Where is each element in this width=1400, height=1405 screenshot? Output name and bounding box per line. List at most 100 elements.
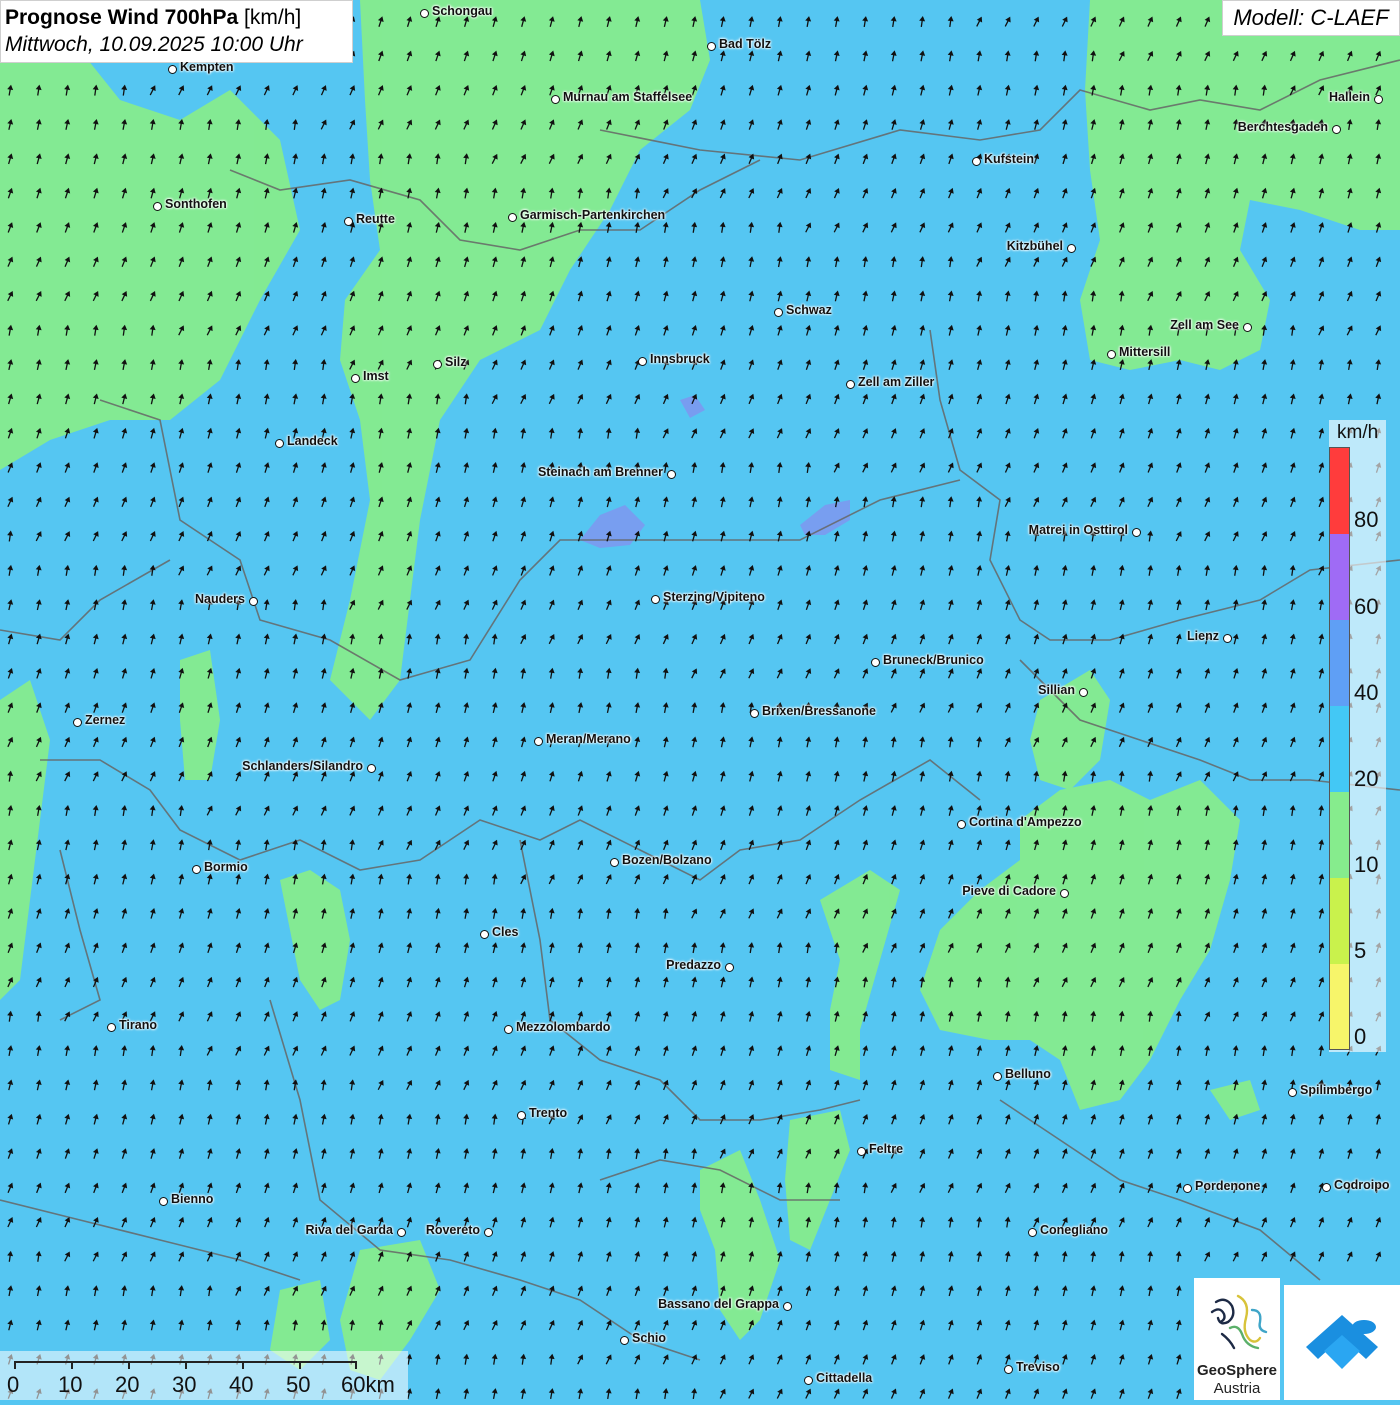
- city-label: Riva del Garda: [305, 1223, 393, 1237]
- legend-label-20: 20: [1354, 766, 1379, 791]
- city-marker: [957, 820, 966, 829]
- city-label: Pordenone: [1195, 1179, 1261, 1193]
- city-marker: [159, 1197, 168, 1206]
- legend-label-40: 40: [1354, 680, 1379, 705]
- city-marker: [846, 380, 855, 389]
- scale-bar: 0 10 20 30 40 50 60km: [0, 1351, 408, 1400]
- legend-seg-20: [1330, 706, 1349, 792]
- legend-seg-80: [1330, 448, 1349, 534]
- scale-tick: [355, 1361, 357, 1369]
- city-label: Bozen/Bolzano: [622, 853, 712, 867]
- scale-label-60: 60km: [341, 1372, 395, 1397]
- city-marker: [1067, 244, 1076, 253]
- city-marker: [620, 1336, 629, 1345]
- city-marker: [993, 1072, 1002, 1081]
- city-label: Cortina d'Ampezzo: [969, 815, 1082, 829]
- city-label: Kempten: [180, 60, 234, 74]
- city-label: Schwaz: [786, 303, 832, 317]
- city-marker: [638, 357, 647, 366]
- legend-label-0: 0: [1354, 1024, 1367, 1049]
- city-label: Feltre: [869, 1142, 904, 1156]
- city-label: Tirano: [119, 1018, 157, 1032]
- city-marker: [1243, 323, 1252, 332]
- city-label: Zell am Ziller: [858, 375, 935, 389]
- scale-label-40: 40: [229, 1372, 254, 1397]
- city-marker: [344, 217, 353, 226]
- city-marker: [1223, 634, 1232, 643]
- city-marker: [397, 1228, 406, 1237]
- city-label: Kufstein: [984, 152, 1034, 166]
- city-marker: [168, 65, 177, 74]
- city-label: Schongau: [432, 4, 493, 18]
- scale-label-30: 30: [172, 1372, 197, 1397]
- city-marker: [73, 718, 82, 727]
- city-label: Predazzo: [666, 958, 721, 972]
- city-label: Meran/Merano: [546, 732, 631, 746]
- model-label: Modell: C-LAEF: [1222, 0, 1400, 36]
- city-label: Nauders: [194, 592, 245, 606]
- city-marker: [534, 737, 543, 746]
- city-label: Sillian: [1038, 683, 1075, 697]
- city-marker: [783, 1302, 792, 1311]
- title-box: Prognose Wind 700hPa [km/h] Mittwoch, 10…: [0, 0, 353, 63]
- scale-tick: [242, 1361, 244, 1369]
- city-label: Schio: [632, 1331, 667, 1345]
- legend-seg-40: [1330, 620, 1349, 706]
- city-marker: [667, 470, 676, 479]
- city-marker: [610, 858, 619, 867]
- mountain-cloud-icon: [1306, 1315, 1378, 1369]
- city-label: Bienno: [171, 1192, 214, 1206]
- city-label: Codroipo: [1334, 1178, 1390, 1192]
- city-marker: [153, 202, 162, 211]
- color-legend: km/h 80 60 40 20 10 5 0: [1329, 420, 1386, 1052]
- geosphere-logo: GeoSphere Austria: [1194, 1278, 1280, 1400]
- legend-label-80: 80: [1354, 507, 1379, 532]
- city-marker: [1028, 1228, 1037, 1237]
- city-label: Brixen/Bressanone: [762, 704, 876, 718]
- city-marker: [433, 360, 442, 369]
- city-marker: [707, 42, 716, 51]
- city-label: Pieve di Cadore: [962, 884, 1056, 898]
- city-marker: [871, 658, 880, 667]
- geosphere-name: GeoSphere: [1196, 1362, 1278, 1379]
- city-label: Cles: [492, 925, 519, 939]
- city-marker: [517, 1111, 526, 1120]
- city-marker: [420, 9, 429, 18]
- city-label: Schlanders/Silandro: [242, 759, 363, 773]
- city-marker: [107, 1023, 116, 1032]
- city-label: Bruneck/Brunico: [883, 653, 984, 667]
- city-label: Sonthofen: [165, 197, 227, 211]
- city-marker: [249, 597, 258, 606]
- city-label: Reutte: [356, 212, 395, 226]
- city-label: Treviso: [1016, 1360, 1060, 1374]
- scale-tick: [14, 1361, 16, 1369]
- legend-label-60: 60: [1354, 594, 1379, 619]
- city-label: Bassano del Grappa: [658, 1297, 779, 1311]
- city-marker: [774, 308, 783, 317]
- city-label: Berchtesgaden: [1237, 120, 1328, 134]
- city-label: Matrei in Osttirol: [1028, 523, 1128, 537]
- city-marker: [504, 1025, 513, 1034]
- legend-seg-10: [1330, 792, 1349, 878]
- city-marker: [1322, 1183, 1331, 1192]
- city-label: Bad Tölz: [719, 37, 772, 51]
- city-marker: [1004, 1365, 1013, 1374]
- city-marker: [480, 930, 489, 939]
- scale-tick: [299, 1361, 301, 1369]
- city-label: Conegliano: [1040, 1223, 1109, 1237]
- city-marker: [804, 1376, 813, 1385]
- legend-seg-0: [1330, 964, 1349, 1049]
- city-label: Mezzolombardo: [516, 1020, 611, 1034]
- city-label: Lienz: [1187, 629, 1219, 643]
- city-marker: [1060, 889, 1069, 898]
- city-label: Cittadella: [816, 1371, 873, 1385]
- scale-label-0: 0: [7, 1372, 20, 1397]
- city-marker: [1374, 95, 1383, 104]
- city-label: Steinach am Brenner: [537, 465, 663, 479]
- map-title: Prognose Wind 700hPa [km/h]: [5, 4, 352, 31]
- city-marker: [1132, 528, 1141, 537]
- city-label: Kitzbühel: [1006, 239, 1063, 253]
- city-label: Silz: [445, 355, 467, 369]
- city-marker: [1332, 125, 1341, 134]
- geosphere-country: Austria: [1213, 1380, 1261, 1397]
